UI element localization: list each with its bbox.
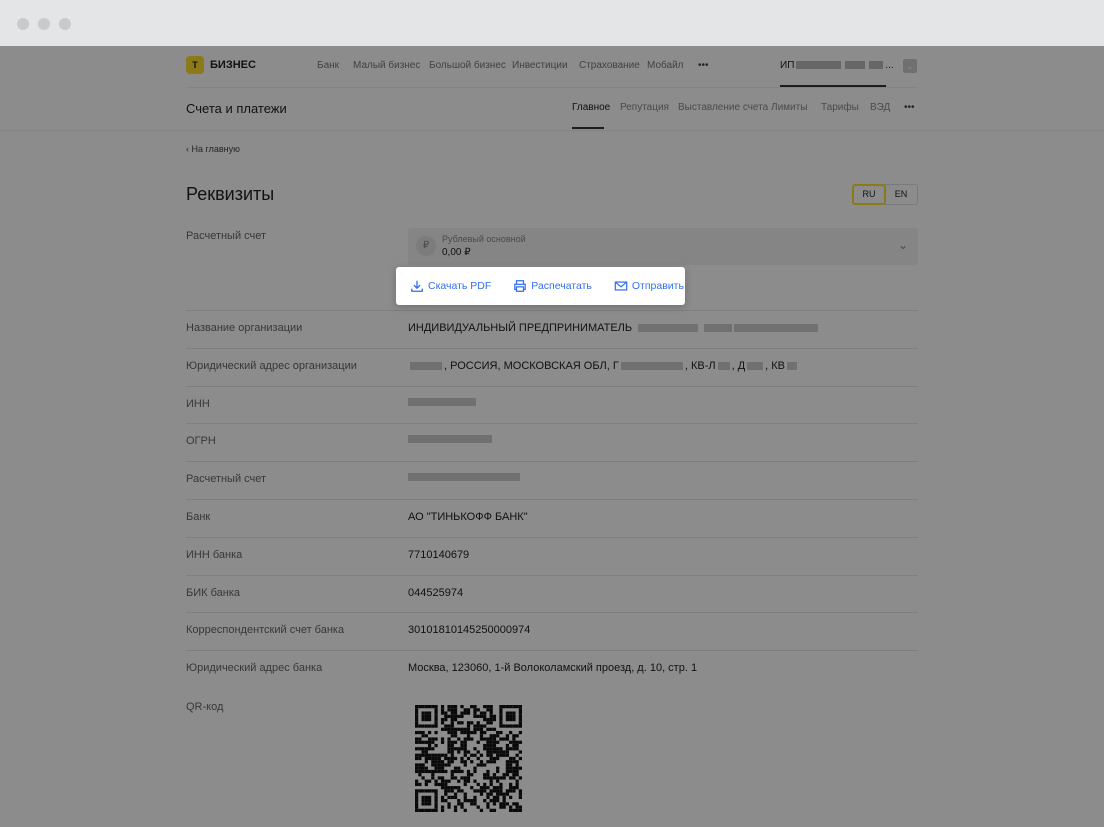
print-label: Распечатать bbox=[531, 280, 592, 292]
window-minimize-dot[interactable] bbox=[38, 18, 50, 30]
send-button[interactable]: Отправить bbox=[614, 279, 684, 293]
download-pdf-label: Скачать PDF bbox=[428, 280, 492, 292]
download-pdf-button[interactable]: Скачать PDF bbox=[410, 279, 491, 293]
mail-icon bbox=[614, 281, 628, 291]
browser-chrome bbox=[0, 0, 1104, 46]
window-maximize-dot[interactable] bbox=[59, 18, 71, 30]
download-icon bbox=[411, 280, 423, 292]
send-label: Отправить bbox=[631, 280, 684, 292]
print-button[interactable]: Распечатать bbox=[513, 279, 592, 293]
modal-overlay[interactable] bbox=[0, 46, 1104, 827]
printer-icon bbox=[514, 280, 527, 292]
actions-popup: Скачать PDF Распечатать Отправить bbox=[396, 267, 685, 305]
window-close-dot[interactable] bbox=[17, 18, 29, 30]
